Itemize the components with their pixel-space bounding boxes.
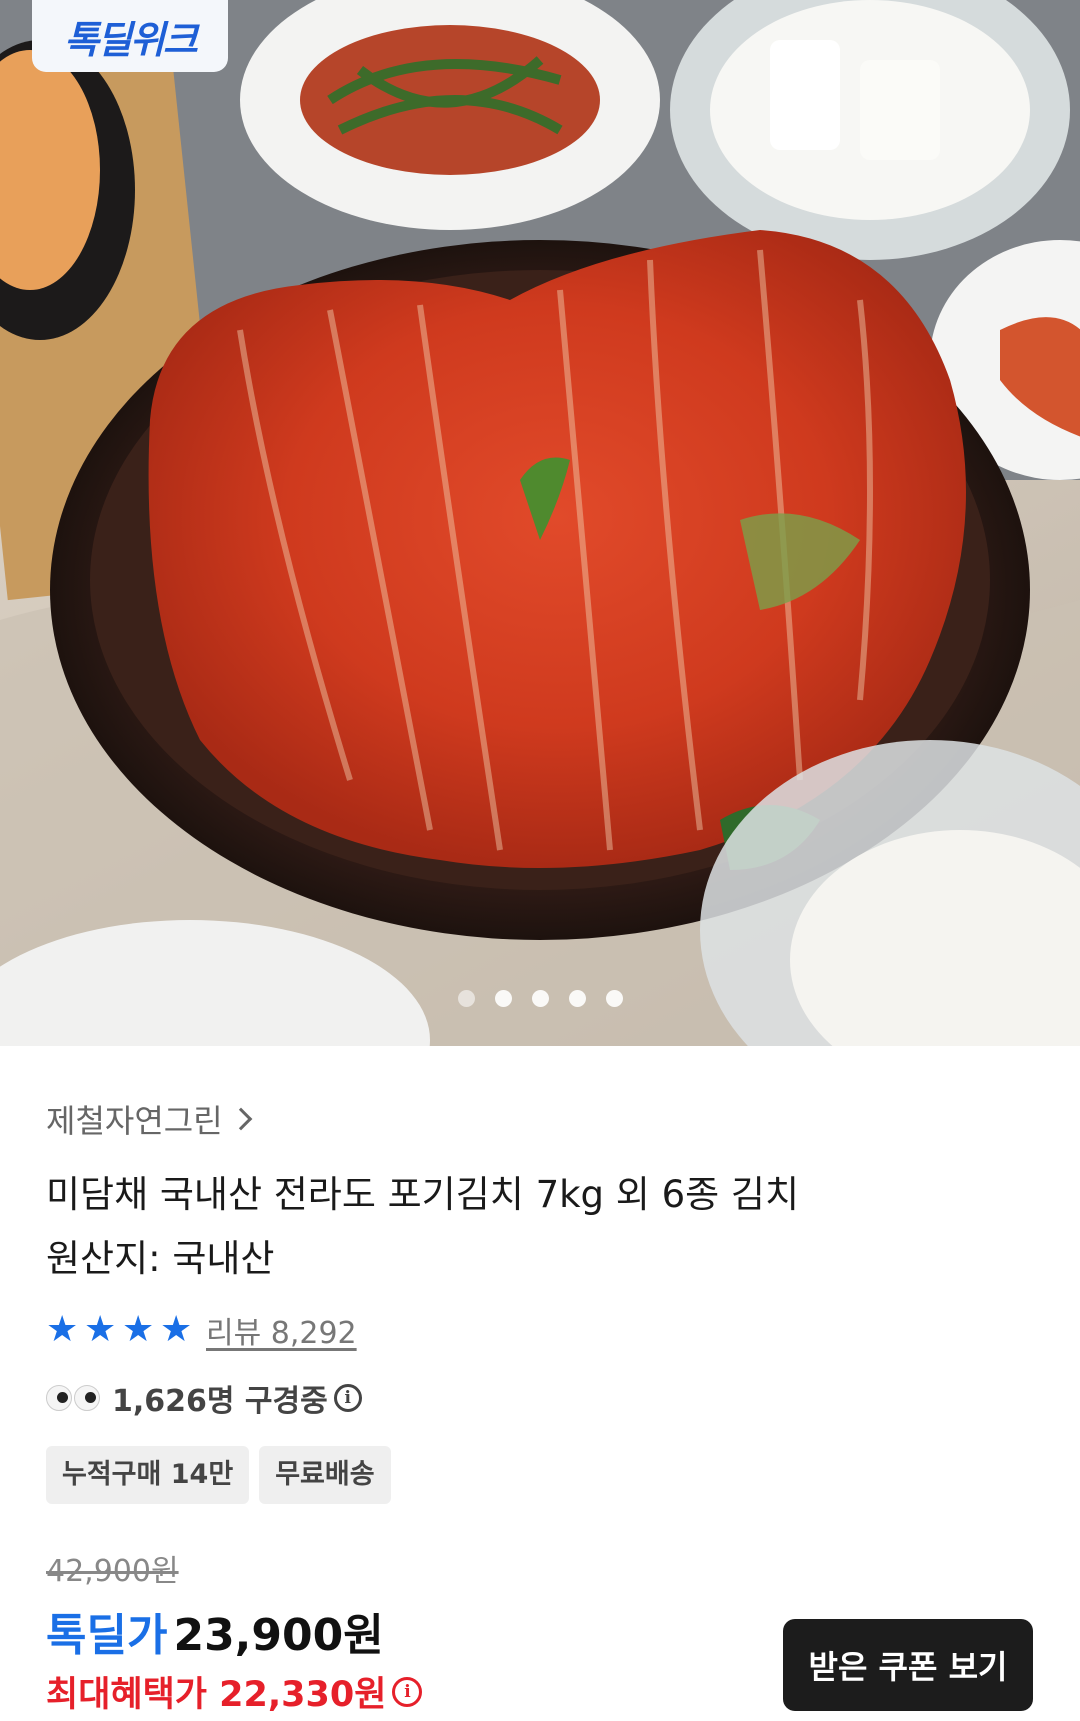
- tag-cumulative-purchases: 누적구매 14만: [46, 1446, 250, 1504]
- star-rating: ★ ★ ★ ★: [46, 1312, 196, 1348]
- product-tags: 누적구매 14만 무료배송: [46, 1446, 391, 1504]
- carousel-indicator: [0, 990, 1080, 1007]
- carousel-dot[interactable]: [494, 990, 512, 1007]
- original-price: 42,900원: [46, 1554, 179, 1589]
- promo-badge: 톡딜위크: [32, 0, 228, 72]
- product-image-carousel[interactable]: 톡딜위크: [0, 0, 1080, 1046]
- promo-badge-label: 톡딜위크: [64, 17, 198, 62]
- product-info: 제철자연그린 미담채 국내산 전라도 포기김치 7kg 외 6종 김치 원산지:…: [0, 1046, 1080, 1721]
- carousel-dot[interactable]: [605, 990, 623, 1007]
- star-icon: ★: [160, 1309, 193, 1350]
- eye-left-icon: [46, 1385, 72, 1411]
- deal-price-row: 톡딜가 23,900원: [46, 1599, 384, 1663]
- view-coupons-button[interactable]: 받은 쿠폰 보기: [783, 1619, 1033, 1711]
- max-benefit-price: 최대혜택가 22,330원: [46, 1675, 387, 1715]
- info-icon[interactable]: i: [392, 1676, 423, 1707]
- star-icon: ★: [84, 1309, 117, 1350]
- product-origin: 원산지: 국내산: [46, 1237, 275, 1280]
- viewers-row: 1,626명 구경중 i: [46, 1376, 362, 1420]
- carousel-dot[interactable]: [531, 990, 549, 1007]
- eyes-icon: [46, 1385, 100, 1411]
- star-icon: ★: [122, 1309, 155, 1350]
- deal-price-label: 톡딜가: [46, 1610, 168, 1661]
- product-title: 미담채 국내산 전라도 포기김치 7kg 외 6종 김치: [46, 1173, 800, 1216]
- star-icon: ★: [46, 1309, 79, 1350]
- carousel-dot[interactable]: [457, 990, 475, 1007]
- seller-name: 제철자연그린: [46, 1102, 223, 1140]
- eye-right-icon: [74, 1385, 100, 1411]
- tag-free-shipping: 무료배송: [259, 1446, 391, 1504]
- chevron-right-icon: [229, 1107, 252, 1131]
- viewers-count: 1,626명 구경중: [112, 1384, 328, 1419]
- seller-link[interactable]: 제철자연그린: [46, 1096, 252, 1142]
- max-benefit-row: 최대혜택가 22,330원 i: [46, 1666, 423, 1717]
- deal-price: 23,900원: [173, 1610, 384, 1661]
- review-link[interactable]: 리뷰 8,292: [206, 1308, 357, 1352]
- info-icon[interactable]: i: [333, 1384, 362, 1412]
- product-photo: [0, 0, 1080, 1046]
- rating-row: ★ ★ ★ ★ 리뷰 8,292: [46, 1308, 357, 1352]
- carousel-dot[interactable]: [568, 990, 586, 1007]
